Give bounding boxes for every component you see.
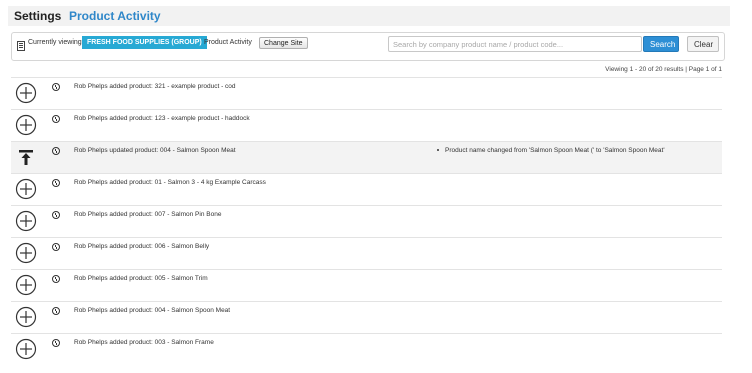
activity-text: Rob Phelps added product: 01 - Salmon 3 … <box>74 179 266 186</box>
activity-row: Rob Phelps added product: 321 - example … <box>11 77 722 109</box>
plus-circle-icon <box>15 114 37 136</box>
activity-text: Rob Phelps added product: 004 - Salmon S… <box>74 307 231 314</box>
activity-list: Rob Phelps added product: 321 - example … <box>11 77 722 365</box>
filter-toolbar: Currently viewing FRESH FOOD SUPPLIES (G… <box>11 32 725 61</box>
current-page-label: Product Activity <box>204 39 252 46</box>
plus-circle-icon <box>15 274 37 296</box>
clock-icon <box>52 83 60 91</box>
search-input[interactable] <box>388 36 642 52</box>
activity-text: Rob Phelps added product: 123 - example … <box>74 115 250 122</box>
search-button[interactable]: Search <box>643 36 679 52</box>
activity-text: Rob Phelps added product: 003 - Salmon F… <box>74 339 214 346</box>
plus-circle-icon <box>15 178 37 200</box>
activity-row: Rob Phelps added product: 004 - Salmon S… <box>11 301 722 333</box>
activity-row: Rob Phelps added product: 003 - Salmon F… <box>11 333 722 365</box>
update-arrow-icon <box>15 146 37 168</box>
settings-label[interactable]: Settings <box>14 9 61 23</box>
clock-icon <box>52 339 60 347</box>
page-header: Settings Product Activity <box>8 6 730 26</box>
activity-detail-text: Product name changed from 'Salmon Spoon … <box>445 147 665 154</box>
change-site-button[interactable]: Change Site <box>259 37 308 49</box>
activity-text: Rob Phelps added product: 006 - Salmon B… <box>74 243 210 250</box>
activity-text: Rob Phelps updated product: 004 - Salmon… <box>74 147 236 154</box>
plus-circle-icon <box>15 306 37 328</box>
clock-icon <box>52 147 60 155</box>
results-summary: Viewing 1 - 20 of 20 results | Page 1 of… <box>605 66 722 73</box>
clock-icon <box>52 307 60 315</box>
clock-icon <box>52 275 60 283</box>
plus-circle-icon <box>15 242 37 264</box>
clear-button[interactable]: Clear <box>687 36 719 52</box>
clock-icon <box>52 243 60 251</box>
activity-text: Rob Phelps added product: 321 - example … <box>74 83 236 90</box>
building-icon <box>17 41 25 51</box>
activity-row: Rob Phelps added product: 123 - example … <box>11 109 722 141</box>
activity-row: Rob Phelps added product: 006 - Salmon B… <box>11 237 722 269</box>
plus-circle-icon <box>15 338 37 360</box>
group-badge: FRESH FOOD SUPPLIES (GROUP) <box>82 36 207 49</box>
currently-viewing-label: Currently viewing <box>28 39 82 46</box>
activity-row: Rob Phelps added product: 007 - Salmon P… <box>11 205 722 237</box>
clock-icon <box>52 211 60 219</box>
activity-row: Rob Phelps updated product: 004 - Salmon… <box>11 141 722 173</box>
clock-icon <box>52 179 60 187</box>
activity-text: Rob Phelps added product: 007 - Salmon P… <box>74 211 222 218</box>
plus-circle-icon <box>15 210 37 232</box>
activity-row: Rob Phelps added product: 01 - Salmon 3 … <box>11 173 722 205</box>
clock-icon <box>52 115 60 123</box>
bullet-icon <box>437 149 439 152</box>
activity-detail: Product name changed from 'Salmon Spoon … <box>437 147 665 154</box>
plus-circle-icon <box>15 82 37 104</box>
activity-row: Rob Phelps added product: 005 - Salmon T… <box>11 269 722 301</box>
activity-text: Rob Phelps added product: 005 - Salmon T… <box>74 275 208 282</box>
page-title: Product Activity <box>69 9 161 23</box>
